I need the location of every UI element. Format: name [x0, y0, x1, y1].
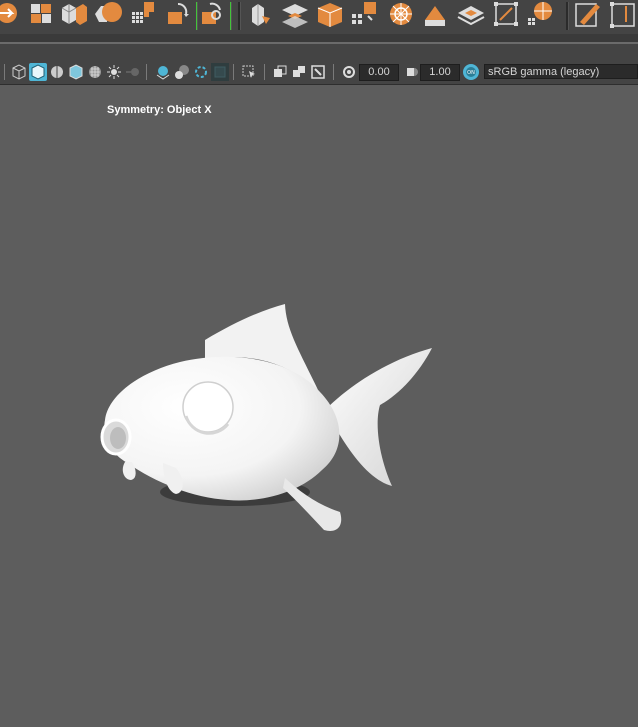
resolution-gate-icon[interactable]	[271, 63, 289, 81]
sphere-proj-icon[interactable]	[421, 0, 451, 30]
fish-model[interactable]	[96, 300, 438, 540]
gamma-icon[interactable]	[402, 63, 420, 81]
textured-icon[interactable]	[67, 63, 85, 81]
backface-icon[interactable]	[211, 63, 229, 81]
grid-fill-icon[interactable]	[130, 0, 160, 30]
extract-icon[interactable]	[280, 0, 310, 30]
xray-joints-icon[interactable]	[173, 63, 191, 81]
gate-mask-icon[interactable]	[290, 63, 308, 81]
cube-split-icon[interactable]	[27, 0, 57, 30]
panel-menu-bar	[0, 44, 638, 60]
layout-uv-icon[interactable]	[492, 0, 522, 30]
shelf-divider	[0, 34, 638, 42]
color-space-dropdown[interactable]: sRGB gamma (legacy)	[484, 64, 638, 79]
shelf	[0, 0, 638, 34]
select-camera-icon[interactable]	[240, 63, 258, 81]
viewport-toolbar: 0.00 1.00 ON sRGB gamma (legacy)	[0, 60, 638, 85]
quad-draw-icon[interactable]	[608, 0, 638, 30]
shade-wire-icon[interactable]	[48, 63, 66, 81]
color-management-icon[interactable]: ON	[462, 63, 480, 81]
smooth-shade-icon[interactable]	[29, 63, 47, 81]
symmetry-label: Symmetry: Object X	[107, 104, 212, 116]
reduce-icon[interactable]	[164, 0, 194, 30]
uv-sphere-icon[interactable]	[526, 0, 556, 30]
wireframe-icon[interactable]	[10, 63, 28, 81]
separate-icon[interactable]	[386, 0, 416, 30]
bridge-icon[interactable]	[93, 0, 123, 30]
lighting-icon[interactable]	[105, 63, 123, 81]
isolate-icon[interactable]	[192, 63, 210, 81]
exposure-field[interactable]: 0.00	[359, 64, 399, 81]
extrude-icon[interactable]	[246, 0, 276, 30]
retopo-icon[interactable]	[198, 0, 228, 30]
poly-tool-icon[interactable]	[0, 0, 22, 30]
collapse-icon[interactable]	[315, 0, 345, 30]
svg-text:ON: ON	[467, 70, 475, 76]
multicut-icon[interactable]	[574, 0, 604, 30]
bevel-face-icon[interactable]	[456, 0, 486, 30]
bevel-icon[interactable]	[59, 0, 89, 30]
gamma-field[interactable]: 1.00	[420, 64, 460, 81]
exposure-icon[interactable]	[340, 63, 358, 81]
toolbar-grip[interactable]	[4, 64, 5, 80]
checker-icon[interactable]	[86, 63, 104, 81]
boolean-icon[interactable]	[350, 0, 380, 30]
safe-area-icon[interactable]	[309, 63, 327, 81]
shadows-icon[interactable]	[124, 63, 142, 81]
xray-icon[interactable]	[154, 63, 172, 81]
